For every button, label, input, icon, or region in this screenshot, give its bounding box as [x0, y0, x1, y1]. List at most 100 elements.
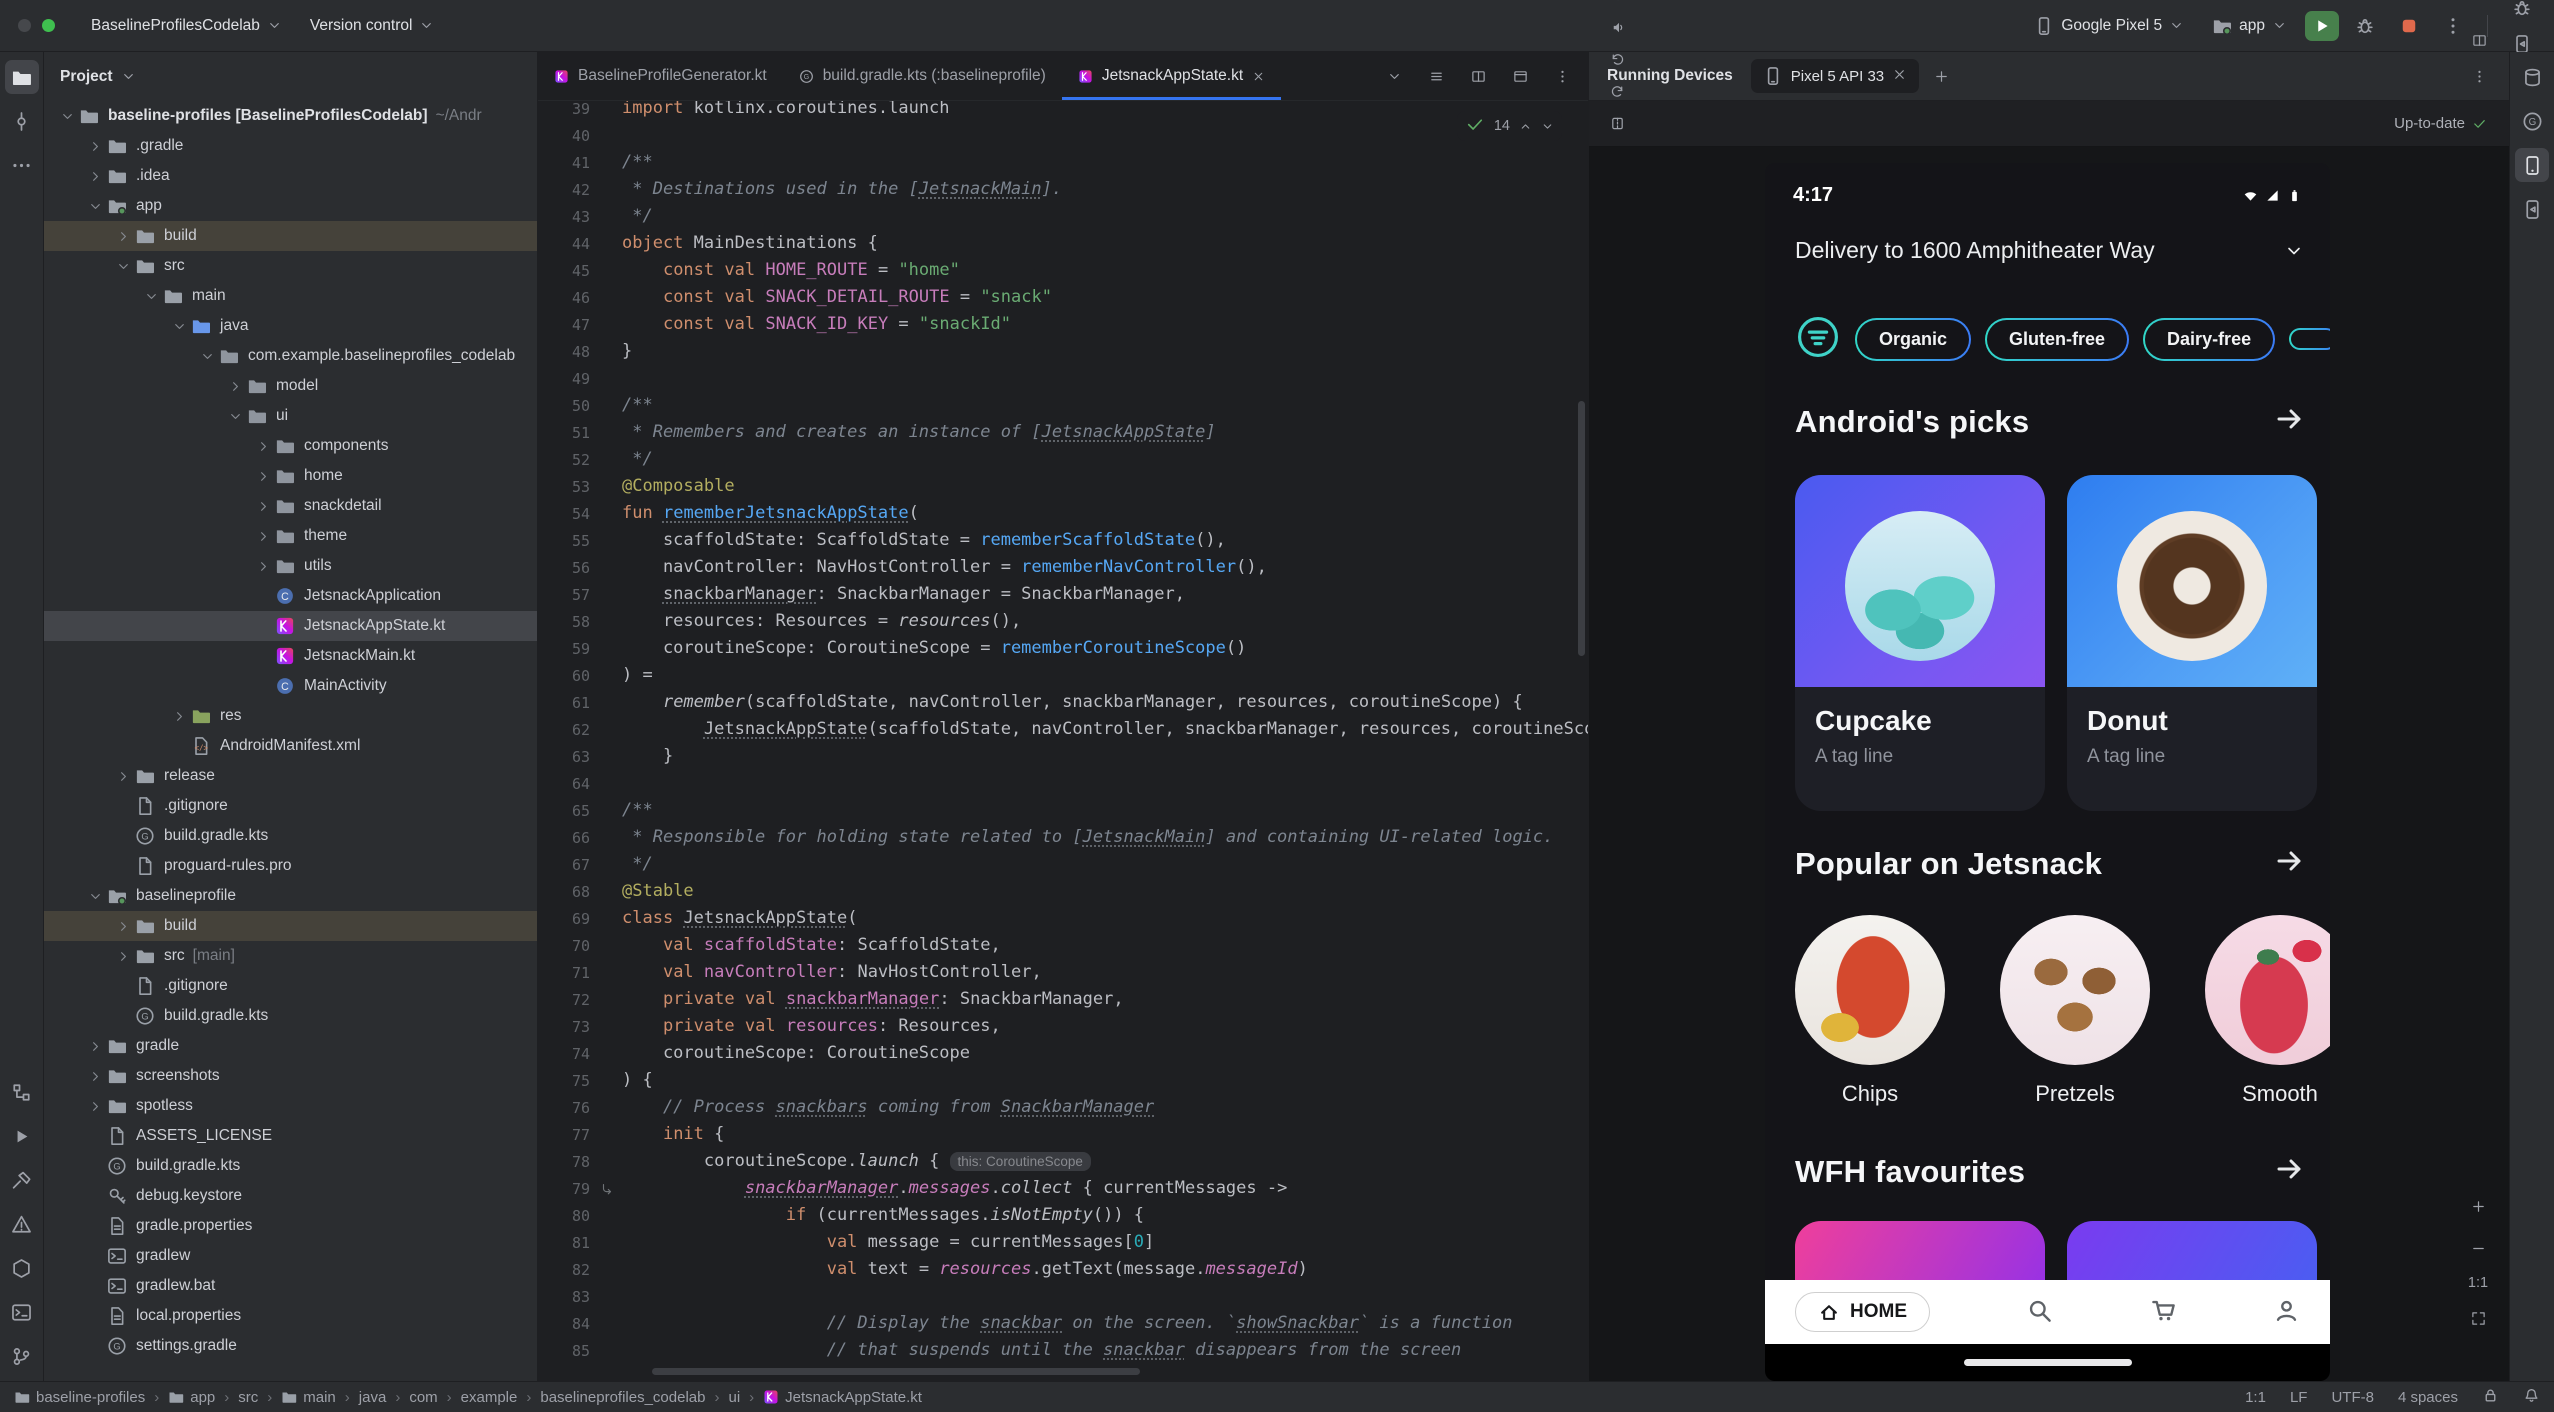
caret-position[interactable]: 1:1 — [2245, 1389, 2266, 1406]
tree-item-jetsnackapplication[interactable]: C JetsnackApplication — [44, 581, 537, 611]
collapse-icon[interactable] — [140, 289, 162, 304]
code-line[interactable]: 76 // Process snackbars coming from Snac… — [538, 1094, 1588, 1121]
filter-chip-partial[interactable] — [2289, 328, 2330, 350]
stripe-structure-button[interactable] — [5, 1075, 39, 1109]
editor-tab-build-gradle-kts-baselineprofile[interactable]: Gbuild.gradle.kts (:baselineprofile) — [783, 52, 1062, 100]
code-line[interactable]: 46 const val SNACK_DETAIL_ROUTE = "snack… — [538, 284, 1588, 311]
tree-item-build-gradle-kts[interactable]: Gbuild.gradle.kts — [44, 821, 537, 851]
editor-tab-jetsnackappstate-kt[interactable]: JetsnackAppState.kt — [1061, 52, 1282, 100]
notifications-icon[interactable] — [2523, 1387, 2540, 1408]
filter-chip-organic[interactable]: Organic — [1855, 317, 1972, 361]
tree-item-main[interactable]: main — [44, 281, 537, 311]
tree-item-src[interactable]: src [main] — [44, 941, 537, 971]
tree-item-spotless[interactable]: spotless — [44, 1091, 537, 1121]
code-line[interactable]: 40 — [538, 122, 1588, 149]
zoom-out-button[interactable] — [2463, 1233, 2493, 1263]
device-volume-up-button[interactable] — [1601, 0, 1633, 12]
debug-button[interactable] — [2347, 8, 2383, 44]
tree-item-build[interactable]: build — [44, 911, 537, 941]
nav-cart-button[interactable] — [2150, 1297, 2177, 1327]
breadcrumb-java[interactable]: java — [359, 1389, 387, 1406]
stop-button[interactable] — [2391, 8, 2427, 44]
code-line[interactable]: 72 private val snackbarManager: Snackbar… — [538, 986, 1588, 1013]
tree-item-gradlew[interactable]: gradlew — [44, 1241, 537, 1271]
code-line[interactable]: 61 remember(scaffoldState, navController… — [538, 689, 1588, 716]
code-area[interactable]: 39 import kotlinx.coroutines.launch 40 41/*… — [538, 101, 1588, 1364]
code-line[interactable]: 73 private val resources: Resources, — [538, 1013, 1588, 1040]
expand-icon[interactable] — [84, 169, 106, 184]
tree-item-build-gradle-kts[interactable]: Gbuild.gradle.kts — [44, 1151, 537, 1181]
stripe-commit-button[interactable] — [5, 104, 39, 138]
stripe-running-devices-button[interactable] — [2515, 148, 2549, 182]
tree-item-home[interactable]: home — [44, 461, 537, 491]
tree-item-idea[interactable]: .idea — [44, 161, 537, 191]
readonly-lock-icon[interactable] — [2482, 1387, 2499, 1408]
filter-chip-dairy-free[interactable]: Dairy-free — [2143, 317, 2276, 361]
code-line[interactable]: 51 * Remembers and creates an instance o… — [538, 419, 1588, 446]
code-line[interactable]: 53 @Composable — [538, 473, 1588, 500]
collapse-icon[interactable] — [224, 409, 246, 424]
editor-vertical-scrollbar[interactable] — [1578, 401, 1585, 656]
code-line[interactable]: 55 scaffoldState: ScaffoldState = rememb… — [538, 527, 1588, 554]
breadcrumb-example[interactable]: example — [461, 1389, 518, 1406]
expand-icon[interactable] — [84, 139, 106, 154]
collapse-icon[interactable] — [196, 349, 218, 364]
stripe-services-button[interactable] — [5, 1251, 39, 1285]
expand-icon[interactable] — [84, 1039, 106, 1054]
code-line[interactable]: 67 */ — [538, 851, 1588, 878]
filters-button[interactable] — [1795, 314, 1841, 365]
home-indicator[interactable] — [1963, 1359, 2132, 1366]
snack-item-smooth[interactable]: Smooth — [2205, 915, 2330, 1107]
expand-icon[interactable] — [252, 529, 274, 544]
breadcrumb-app[interactable]: app — [168, 1389, 215, 1406]
window-close-button[interactable] — [18, 19, 31, 32]
run-config-selector[interactable]: app — [2202, 10, 2297, 42]
tree-item-utils[interactable]: utils — [44, 551, 537, 581]
tree-item-assets-license[interactable]: ASSETS_LICENSE — [44, 1121, 537, 1151]
tree-item-baselineprofile[interactable]: baselineprofile — [44, 881, 537, 911]
project-panel-header[interactable]: Project — [44, 52, 537, 101]
tree-item-debug-keystore[interactable]: debug.keystore — [44, 1181, 537, 1211]
code-line[interactable]: 63 } — [538, 743, 1588, 770]
tree-item-gradlew-bat[interactable]: gradlew.bat — [44, 1271, 537, 1301]
collapse-icon[interactable] — [84, 199, 106, 214]
breadcrumb-ui[interactable]: ui — [728, 1389, 740, 1406]
filter-chip-gluten-free[interactable]: Gluten-free — [1985, 317, 2130, 361]
expand-icon[interactable] — [252, 559, 274, 574]
expand-icon[interactable] — [224, 379, 246, 394]
device-rotate-left-button[interactable] — [1601, 44, 1633, 76]
code-line[interactable]: 70 val scaffoldState: ScaffoldState, — [538, 932, 1588, 959]
code-line[interactable]: 56 navController: NavHostController = re… — [538, 554, 1588, 581]
stripe-more-button[interactable] — [5, 148, 39, 182]
expand-icon[interactable] — [252, 439, 274, 454]
project-selector[interactable]: BaselineProfilesCodelab — [81, 11, 292, 41]
snack-item-chips[interactable]: Chips — [1795, 915, 1945, 1107]
tab-control-window-button[interactable] — [1502, 58, 1538, 94]
expand-icon[interactable] — [112, 949, 134, 964]
line-ending[interactable]: LF — [2290, 1389, 2308, 1406]
collapse-icon[interactable] — [56, 109, 78, 124]
expand-icon[interactable] — [112, 229, 134, 244]
stripe-build-button[interactable] — [5, 1163, 39, 1197]
expand-icon[interactable] — [84, 1099, 106, 1114]
tab-control-more-vertical-button[interactable] — [1544, 58, 1580, 94]
code-line[interactable]: 82 val text = resources.getText(message.… — [538, 1256, 1588, 1283]
tree-item-gradle-properties[interactable]: gradle.properties — [44, 1211, 537, 1241]
stripe-problems-button[interactable] — [5, 1207, 39, 1241]
device-fold-button[interactable] — [1601, 108, 1633, 140]
code-line[interactable]: 48} — [538, 338, 1588, 365]
tree-item-build-gradle-kts[interactable]: Gbuild.gradle.kts — [44, 1001, 537, 1031]
inspections-widget[interactable]: 14 — [1456, 111, 1562, 141]
tree-item-gradle[interactable]: gradle — [44, 1031, 537, 1061]
delivery-selector[interactable]: Delivery to 1600 Amphitheater Way — [1795, 237, 2304, 264]
stripe-project-button[interactable] — [4, 60, 39, 94]
code-line[interactable]: 80 if (currentMessages.isNotEmpty()) { — [538, 1202, 1588, 1229]
expand-icon[interactable] — [252, 499, 274, 514]
tree-item-src[interactable]: src — [44, 251, 537, 281]
panel-more-vertical-button[interactable] — [2461, 58, 2497, 94]
snack-card-cupcake[interactable]: Cupcake A tag line — [1795, 475, 2045, 811]
code-line[interactable]: 66 * Responsible for holding state relat… — [538, 824, 1588, 851]
tab-control-split-button[interactable] — [1460, 58, 1496, 94]
code-line[interactable]: 59 coroutineScope: CoroutineScope = reme… — [538, 635, 1588, 662]
code-line[interactable]: 69 class JetsnackAppState( — [538, 905, 1588, 932]
